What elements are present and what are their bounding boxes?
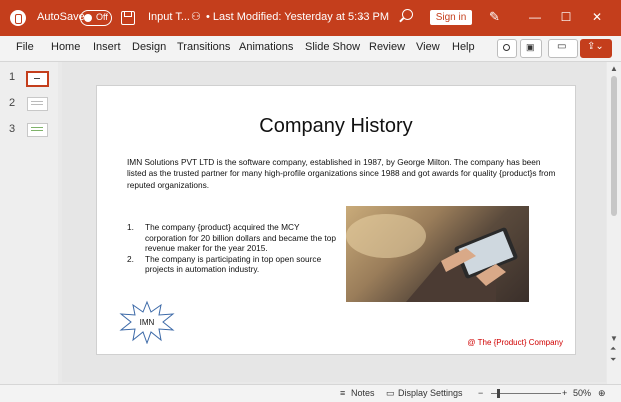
display-settings-button[interactable]: Display Settings bbox=[398, 388, 463, 398]
list-item: 1. The company {product} acquired the MC… bbox=[127, 222, 342, 254]
thumbnail-number: 2 bbox=[9, 97, 16, 109]
fit-slide-icon[interactable]: ⊕ bbox=[598, 388, 606, 399]
zoom-out-button[interactable]: − bbox=[478, 388, 483, 398]
collaborator-icon: ⚇ bbox=[191, 11, 201, 23]
slide-paragraph[interactable]: IMN Solutions PVT LTD is the software co… bbox=[127, 157, 557, 191]
list-number: 1. bbox=[127, 222, 134, 232]
title-bar: AutoSave Off Input T... ⚇ • Last Modifie… bbox=[0, 0, 621, 36]
ribbon-tabs: File Home Insert Design Transitions Anim… bbox=[0, 36, 621, 62]
scroll-down-arrow-icon[interactable]: ▼ bbox=[610, 334, 618, 343]
list-item-text: The company is participating in top open… bbox=[145, 253, 322, 275]
thumbnail-number: 1 bbox=[9, 71, 16, 83]
share-button[interactable]: ⇪⌄ bbox=[580, 39, 612, 58]
comment-icon: ▭ bbox=[557, 41, 567, 52]
scrollbar-thumb[interactable] bbox=[611, 76, 617, 216]
comments-button[interactable]: ▭ bbox=[548, 39, 578, 58]
file-name[interactable]: Input T... bbox=[148, 11, 190, 23]
autosave-label: AutoSave bbox=[37, 11, 85, 23]
tab-review[interactable]: Review bbox=[369, 41, 405, 53]
chevron-down-icon[interactable]: ⌄ bbox=[358, 11, 366, 22]
previous-slide-icon[interactable]: ⏶ bbox=[610, 344, 616, 354]
display-settings-icon[interactable]: ▭ bbox=[386, 388, 395, 399]
minimize-button[interactable]: — bbox=[520, 6, 550, 28]
photo-illustration bbox=[346, 214, 518, 302]
powerpoint-logo-icon bbox=[10, 10, 26, 26]
list-item: 2. The company is participating in top o… bbox=[127, 254, 342, 275]
tab-file[interactable]: File bbox=[16, 41, 34, 53]
zoom-slider-thumb[interactable] bbox=[497, 389, 500, 398]
autosave-state: Off bbox=[96, 12, 108, 22]
notes-icon[interactable]: ≡ bbox=[340, 388, 345, 398]
tab-help[interactable]: Help bbox=[452, 41, 475, 53]
slide[interactable]: Company History IMN Solutions PVT LTD is… bbox=[96, 85, 576, 355]
status-bar: ≡ Notes ▭ Display Settings − + 50% ⊕ bbox=[0, 384, 621, 402]
list-item-text: The company {product} acquired the MCY c… bbox=[145, 222, 336, 253]
slide-footer[interactable]: @ The {Product} Company bbox=[467, 338, 563, 347]
starburst-shape[interactable]: IMN bbox=[119, 300, 175, 344]
toggle-knob bbox=[84, 14, 92, 22]
search-icon[interactable] bbox=[402, 9, 413, 20]
notes-button[interactable]: Notes bbox=[351, 388, 375, 398]
slide-thumbnail-1[interactable] bbox=[26, 71, 49, 87]
next-slide-icon[interactable]: ⏷ bbox=[610, 355, 616, 365]
tab-home[interactable]: Home bbox=[51, 41, 80, 53]
list-number: 2. bbox=[127, 253, 134, 264]
present-teams-button[interactable]: ▣ bbox=[520, 39, 542, 58]
tab-slide-show[interactable]: Slide Show bbox=[305, 41, 360, 53]
tab-design[interactable]: Design bbox=[132, 41, 166, 53]
starburst-label: IMN bbox=[140, 318, 155, 327]
scroll-up-arrow-icon[interactable]: ▲ bbox=[610, 64, 618, 73]
tab-view[interactable]: View bbox=[416, 41, 440, 53]
tab-transitions[interactable]: Transitions bbox=[177, 41, 230, 53]
tab-insert[interactable]: Insert bbox=[93, 41, 121, 53]
save-icon[interactable] bbox=[121, 11, 135, 25]
slide-thumbnail-3[interactable] bbox=[27, 123, 48, 137]
maximize-button[interactable]: ☐ bbox=[551, 6, 581, 28]
autosave-toggle[interactable]: Off bbox=[80, 10, 112, 26]
teams-icon: ▣ bbox=[526, 42, 535, 52]
record-button[interactable] bbox=[497, 39, 517, 58]
tab-animations[interactable]: Animations bbox=[239, 41, 293, 53]
share-icon: ⇪⌄ bbox=[587, 41, 604, 52]
slide-thumbnail-pane: 1 2 3 bbox=[0, 62, 58, 384]
tablet-photo[interactable] bbox=[346, 206, 529, 302]
slide-thumbnail-2[interactable] bbox=[27, 97, 48, 111]
close-button[interactable]: ✕ bbox=[582, 6, 612, 28]
zoom-level[interactable]: 50% bbox=[573, 388, 591, 398]
sign-in-button[interactable]: Sign in bbox=[430, 10, 472, 25]
slide-title[interactable]: Company History bbox=[97, 115, 575, 138]
zoom-in-button[interactable]: + bbox=[562, 388, 567, 398]
zoom-slider[interactable] bbox=[491, 393, 561, 394]
vertical-scrollbar[interactable]: ▲ ▼ ⏶ ⏷ bbox=[607, 62, 621, 384]
designer-pen-icon[interactable]: ✎ bbox=[489, 9, 500, 25]
bullet-list[interactable]: 1. The company {product} acquired the MC… bbox=[127, 222, 342, 275]
thumbnail-number: 3 bbox=[9, 123, 16, 135]
